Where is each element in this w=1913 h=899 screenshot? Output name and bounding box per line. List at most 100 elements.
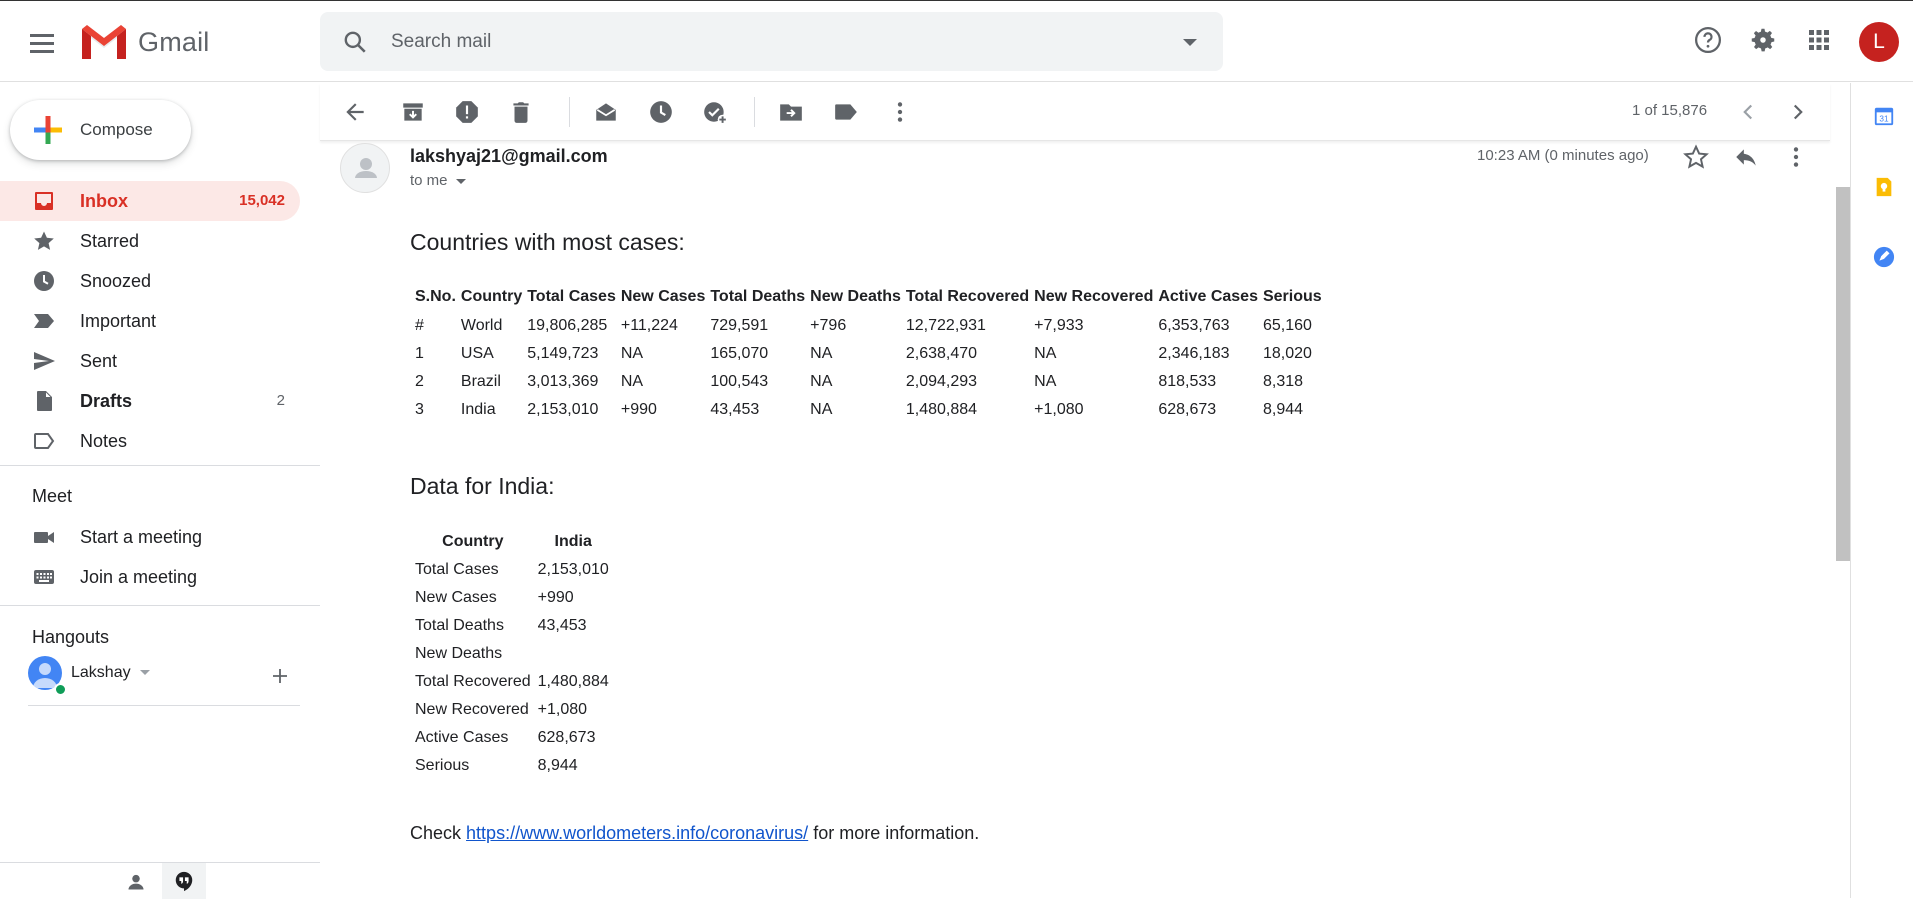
table-cell: 2 [415, 373, 424, 390]
table-cell: 19,806,285 [527, 317, 608, 334]
contacts-person-icon[interactable] [126, 872, 146, 892]
worldometers-link[interactable]: https://www.worldometers.info/coronaviru… [466, 823, 808, 843]
start-meeting-item[interactable]: Start a meeting [0, 517, 300, 557]
column-header: India [554, 533, 592, 550]
table-cell: 43,453 [537, 617, 587, 634]
table-cell: 1,480,884 [537, 673, 609, 690]
new-conversation-plus-icon[interactable] [270, 666, 290, 686]
google-apps-icon[interactable] [1804, 25, 1834, 55]
column-header: Total Deaths [710, 288, 806, 305]
side-panel: 31 [1850, 83, 1913, 898]
table-cell: +990 [537, 589, 574, 606]
table-cell: 2,153,010 [537, 561, 609, 578]
table-cell: NA [620, 373, 644, 390]
join-meeting-item[interactable]: Join a meeting [0, 557, 300, 597]
toolbar-separator [569, 97, 570, 127]
settings-gear-icon[interactable] [1748, 25, 1778, 55]
report-spam-icon[interactable] [454, 99, 480, 125]
labels-tag-icon[interactable] [833, 99, 859, 125]
hangouts-tab[interactable] [162, 863, 206, 899]
mark-as-unread-icon[interactable] [593, 99, 619, 125]
gmail-logo[interactable]: Gmail [80, 23, 210, 61]
tasks-icon[interactable] [1873, 246, 1895, 268]
add-to-tasks-icon[interactable] [702, 99, 728, 125]
sidebar-item-snoozed[interactable]: Snoozed [0, 261, 300, 301]
table-cell: NA [1034, 345, 1057, 362]
hangouts-user-dropdown-icon[interactable] [140, 670, 151, 676]
app-name: Gmail [138, 26, 210, 57]
star-outline-icon[interactable] [1683, 144, 1709, 170]
table-header-row: S.No. Country Total Cases New Cases Tota… [415, 282, 1322, 312]
table-cell: 2,094,293 [905, 373, 978, 390]
column-header: Active Cases [1158, 288, 1258, 305]
snooze-clock-icon[interactable] [648, 99, 674, 125]
star-icon [34, 231, 54, 250]
delete-trash-icon[interactable] [508, 99, 534, 125]
search-options-dropdown-icon[interactable] [1183, 39, 1197, 46]
table-row: Total Cases 2,153,010 [413, 556, 611, 584]
table-cell: 2,638,470 [905, 345, 978, 362]
newer-chevron-left-icon[interactable] [1735, 99, 1761, 125]
main-menu-button[interactable] [26, 27, 58, 59]
message-scrollbar[interactable] [1836, 187, 1850, 561]
sidebar-item-drafts[interactable]: Drafts 2 [0, 381, 300, 421]
sidebar-item-important[interactable]: Important [0, 301, 300, 341]
reply-arrow-icon[interactable] [1733, 144, 1759, 170]
sidebar-item-notes[interactable]: Notes [0, 421, 300, 461]
gmail-m-icon [82, 25, 126, 59]
important-marker-icon [34, 314, 54, 328]
sender-email[interactable]: lakshyaj21@gmail.com [410, 146, 608, 167]
table-cell: Total Deaths [415, 617, 504, 634]
show-details-dropdown-icon[interactable] [455, 178, 466, 184]
label-tag-icon [34, 433, 55, 449]
sidebar-item-label: Sent [80, 351, 118, 371]
more-options-vertical-icon[interactable] [887, 99, 913, 125]
default-person-icon [355, 158, 377, 178]
search-input[interactable]: Search mail [391, 31, 491, 53]
sender-avatar [340, 143, 390, 193]
recipient-details[interactable]: to me [410, 172, 466, 189]
table-cell: +11,224 [620, 317, 678, 334]
table-cell: 2,153,010 [527, 401, 599, 418]
table-cell: Active Cases [415, 729, 509, 746]
check-suffix: for more information. [813, 823, 980, 843]
help-icon[interactable] [1693, 25, 1723, 55]
sidebar-item-sent[interactable]: Sent [0, 341, 300, 381]
table-cell: 65,160 [1262, 317, 1312, 334]
account-avatar[interactable]: L [1859, 22, 1899, 62]
table-cell: 6,353,763 [1158, 317, 1230, 334]
column-header: New Deaths [810, 288, 901, 305]
sidebar-item-label: Starred [80, 231, 140, 251]
hangouts-user-name: Lakshay [71, 664, 131, 681]
search-bar[interactable]: Search mail [320, 12, 1223, 71]
table-cell: # [415, 317, 424, 334]
message-more-options-icon[interactable] [1783, 144, 1809, 170]
table-cell [536, 640, 611, 668]
calendar-icon[interactable]: 31 [1873, 105, 1895, 127]
table-row: New Recovered +1,080 [413, 696, 611, 724]
table-cell: NA [810, 345, 833, 362]
column-header: Country [460, 288, 523, 305]
compose-button[interactable]: Compose [10, 100, 191, 160]
keep-notes-icon[interactable] [1873, 176, 1895, 198]
hangouts-section-title: Hangouts [32, 627, 110, 647]
sidebar-item-starred[interactable]: Starred [0, 221, 300, 261]
search-icon[interactable] [342, 29, 368, 55]
sidebar-item-label: Notes [80, 431, 128, 451]
sidebar-item-inbox[interactable]: Inbox 15,042 [0, 181, 300, 221]
table-row: Active Cases 628,673 [413, 724, 611, 752]
back-arrow-icon[interactable] [342, 99, 368, 125]
drafts-count: 2 [276, 392, 285, 409]
start-meeting-label: Start a meeting [80, 527, 203, 547]
table-cell: 8,944 [1262, 401, 1304, 418]
hangouts-user-switcher[interactable]: Lakshay [71, 664, 151, 682]
move-to-folder-icon[interactable] [778, 99, 804, 125]
older-chevron-right-icon[interactable] [1785, 99, 1811, 125]
table-cell: World [460, 317, 503, 334]
table-cell: 3,013,369 [527, 373, 599, 390]
recipient-label: to me [410, 172, 448, 189]
table-cell: 818,533 [1158, 373, 1217, 390]
table-row: 1 USA 5,149,723 NA 165,070 NA 2,638,470 NA 2,346… [415, 340, 1322, 368]
archive-icon[interactable] [400, 99, 426, 125]
toolbar-separator [754, 97, 755, 127]
